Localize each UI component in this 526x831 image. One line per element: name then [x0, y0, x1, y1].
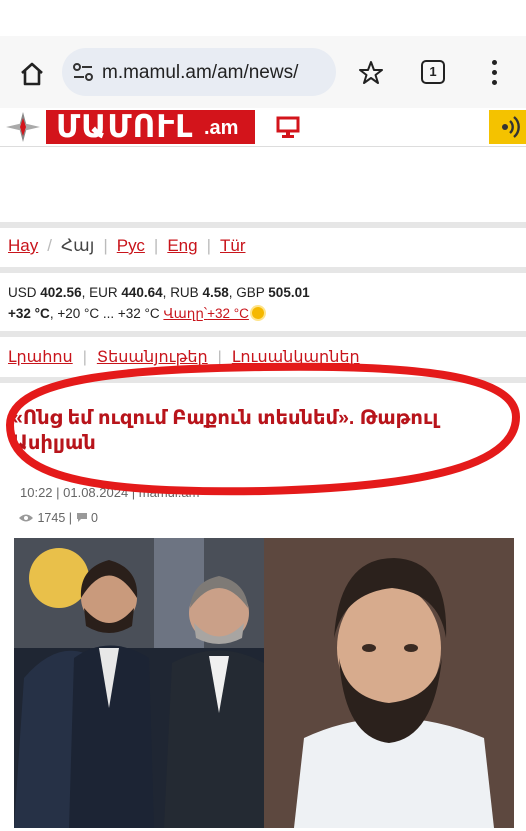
comment-count: 0	[90, 511, 98, 525]
home-icon[interactable]	[18, 60, 46, 88]
article-stats: 1745 | 0	[18, 511, 98, 525]
url-text[interactable]: m.mamul.am/am/news/	[102, 62, 298, 84]
usd-rate: 402.56	[40, 285, 82, 300]
red-circle-annotation	[6, 362, 520, 496]
rates-block: USD 402.56, EUR 440.64, RUB 4.58, GBP 50…	[8, 282, 310, 324]
article-photo	[14, 538, 514, 828]
eye-icon	[19, 514, 33, 522]
ad-space	[0, 147, 526, 221]
broadcast-icon	[502, 116, 520, 138]
weather-range: , +20 °C ... +32 °C	[49, 306, 160, 321]
rub-rate: 4.58	[202, 285, 229, 300]
weather-now: +32 °C	[8, 306, 50, 321]
divider	[0, 222, 526, 228]
lang-tur[interactable]: Tür	[220, 236, 246, 255]
logo-domain: .am	[204, 117, 239, 139]
menu-icon[interactable]	[486, 58, 502, 88]
comment-icon	[76, 513, 87, 522]
site-settings-icon[interactable]	[72, 62, 94, 82]
lang-rus[interactable]: Рус	[117, 236, 145, 255]
currency-line: USD 402.56, EUR 440.64, RUB 4.58, GBP 50…	[8, 285, 310, 300]
compass-logo-icon[interactable]	[3, 110, 43, 144]
logo-text: ՄԱՄՈՒԼ	[56, 109, 194, 144]
status-area	[0, 0, 526, 36]
eur-rate: 440.64	[121, 285, 163, 300]
view-count: 1745 |	[37, 511, 73, 525]
language-switcher: Hay / Հայ | Рус | Eng | Tür	[8, 236, 246, 255]
weather-tomorrow-temp[interactable]: +32 °C	[207, 306, 249, 321]
divider	[0, 331, 526, 337]
weather-tomorrow-label[interactable]: Վաղը՝	[163, 306, 207, 321]
broadcast-button[interactable]	[489, 110, 526, 144]
lang-current: Հայ	[60, 236, 95, 255]
lang-hay[interactable]: Hay	[8, 236, 38, 255]
sun-icon	[251, 307, 264, 319]
site-logo[interactable]: ՄԱՄՈՒԼ .am	[46, 109, 255, 144]
weather-line: +32 °C, +20 °C ... +32 °C Վաղը՝+32 °C	[8, 303, 310, 324]
tabs-icon[interactable]: 1	[421, 60, 445, 84]
divider	[0, 267, 526, 273]
star-icon[interactable]	[358, 60, 384, 86]
tv-icon[interactable]	[276, 116, 300, 138]
gbp-rate: 505.01	[268, 285, 310, 300]
lang-eng[interactable]: Eng	[167, 236, 197, 255]
